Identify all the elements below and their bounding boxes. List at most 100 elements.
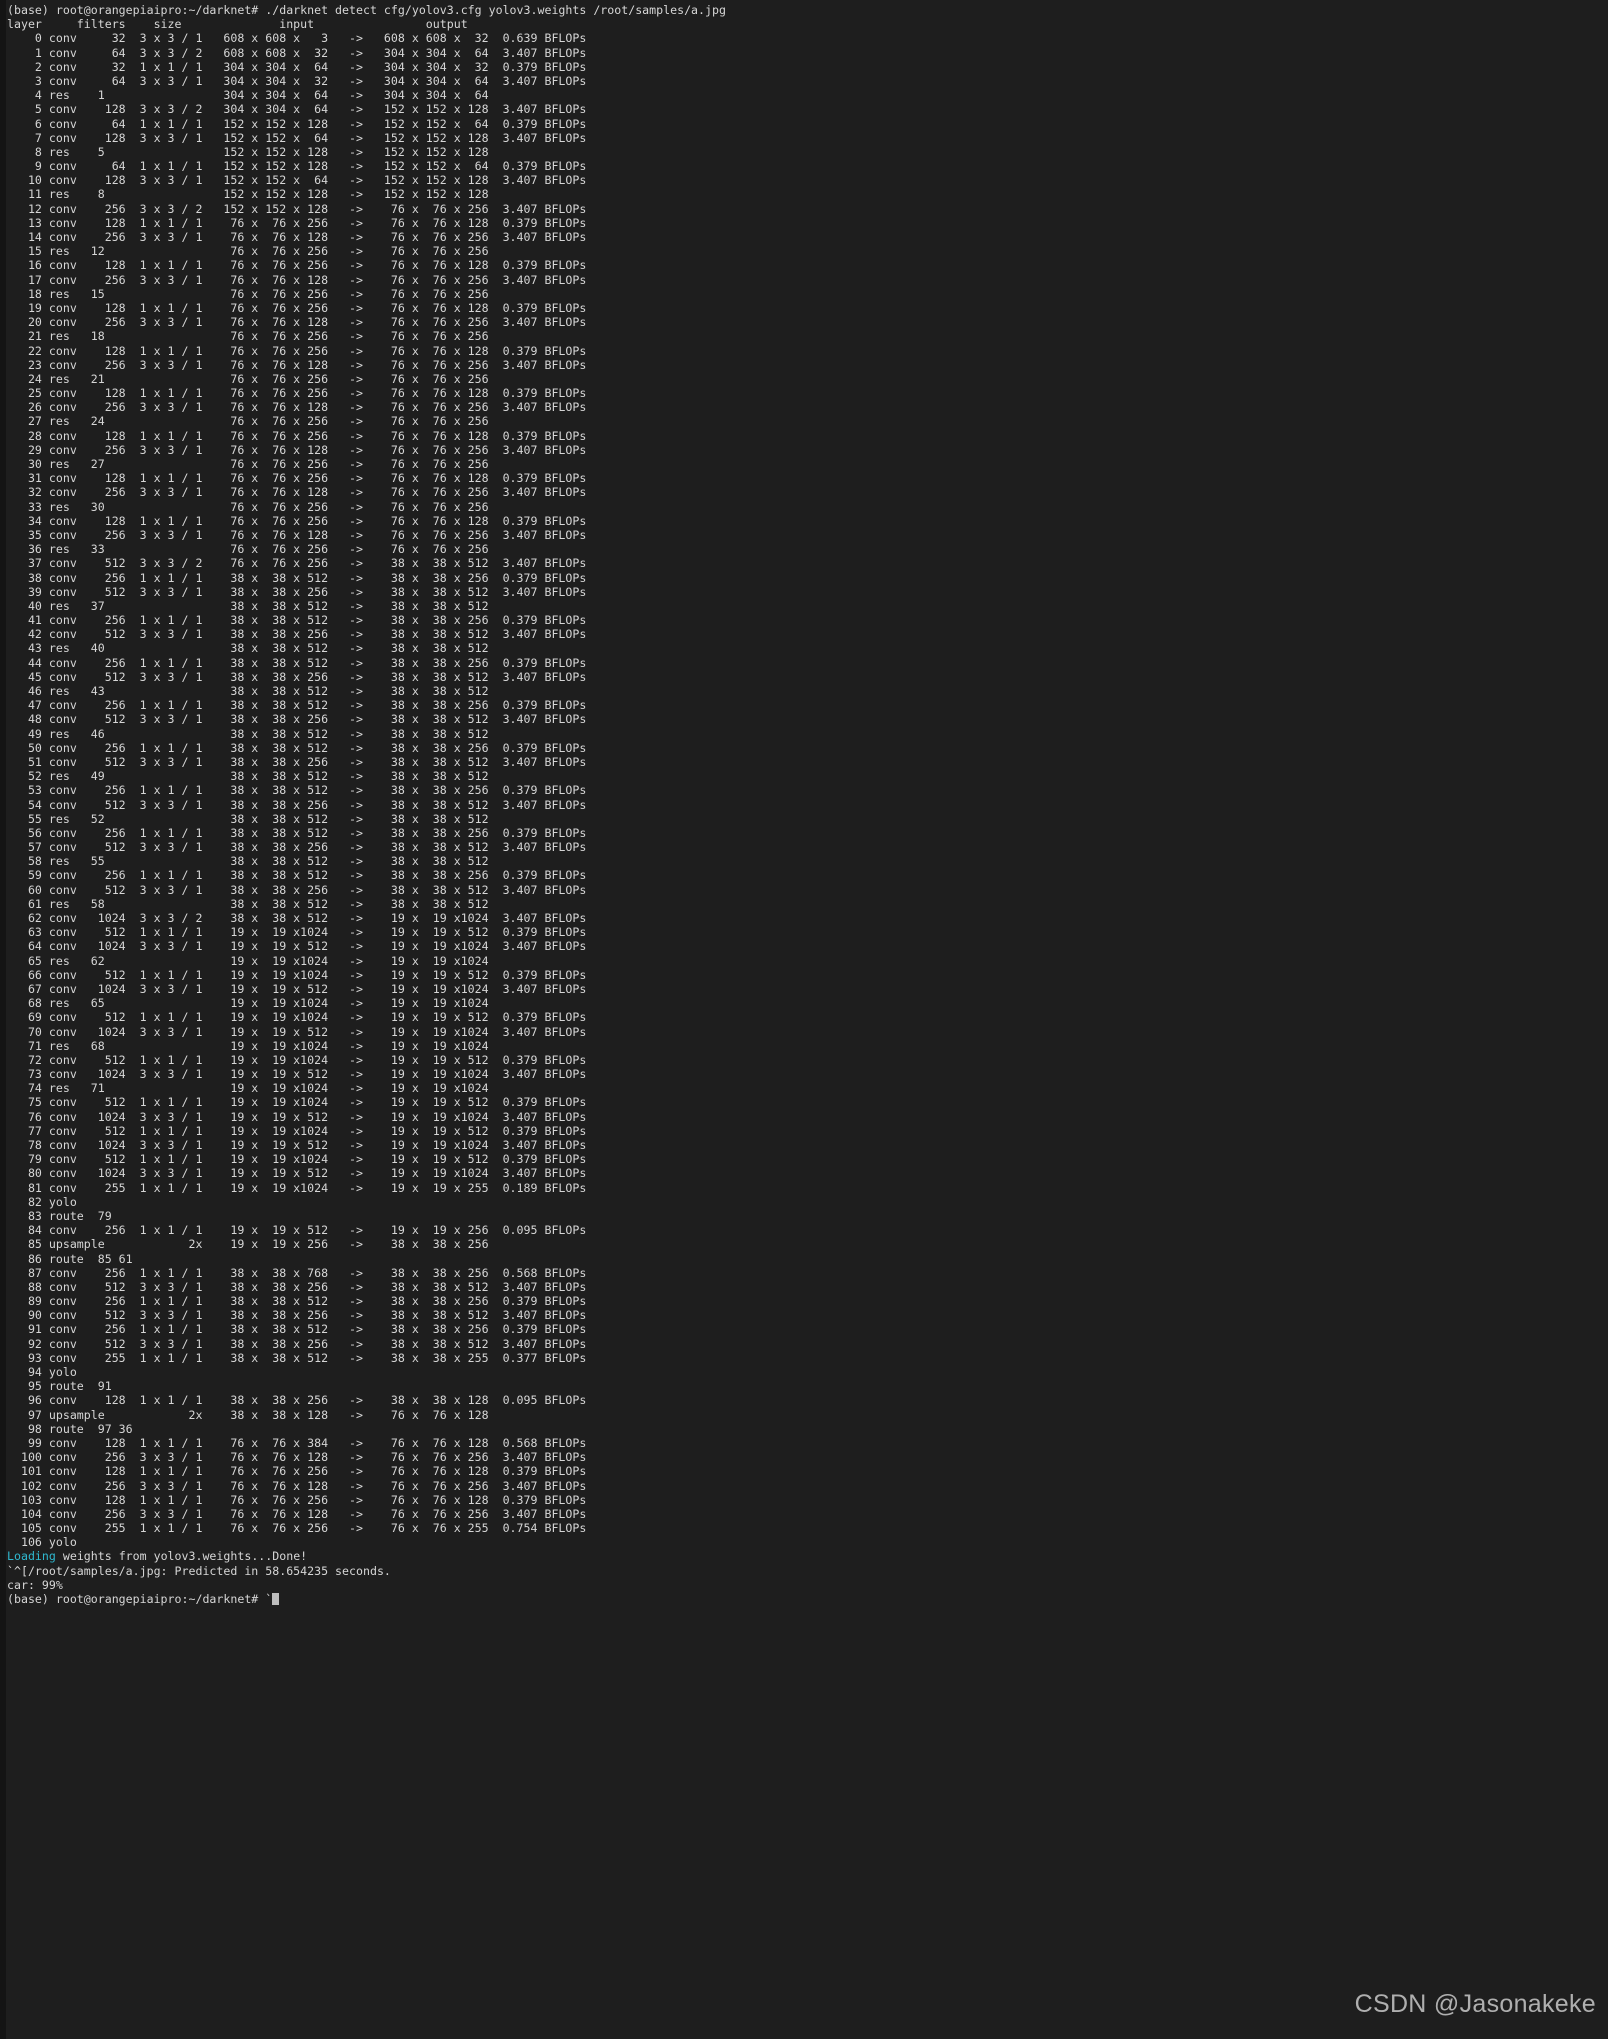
layer-row: 77 conv 512 1 x 1 / 1 19 x 19 x1024 -> 1… xyxy=(7,1123,587,1138)
layer-row: 27 res 24 76 x 76 x 256 -> 76 x 76 x 256 xyxy=(7,414,489,429)
layer-row: 8 res 5 152 x 152 x 128 -> 152 x 152 x 1… xyxy=(7,144,489,159)
layer-row: 51 conv 512 3 x 3 / 1 38 x 38 x 256 -> 3… xyxy=(7,754,587,769)
layer-row: 4 res 1 304 x 304 x 64 -> 304 x 304 x 64 xyxy=(7,88,489,103)
layer-row: 26 conv 256 3 x 3 / 1 76 x 76 x 128 -> 7… xyxy=(7,400,587,415)
layer-row: 62 conv 1024 3 x 3 / 2 38 x 38 x 512 -> … xyxy=(7,911,587,925)
layer-row: 30 res 27 76 x 76 x 256 -> 76 x 76 x 256 xyxy=(7,457,489,471)
layer-row: 50 conv 256 1 x 1 / 1 38 x 38 x 512 -> 3… xyxy=(7,740,587,755)
terminal-screen[interactable]: (base) root@orangepiaipro:~/darknet# ./d… xyxy=(6,0,1608,2039)
layer-row: 45 conv 512 3 x 3 / 1 38 x 38 x 256 -> 3… xyxy=(7,669,587,684)
layer-row: 90 conv 512 3 x 3 / 1 38 x 38 x 256 -> 3… xyxy=(7,1308,587,1323)
layer-row: 67 conv 1024 3 x 3 / 1 19 x 19 x 512 -> … xyxy=(7,981,587,996)
layer-row: 60 conv 512 3 x 3 / 1 38 x 38 x 256 -> 3… xyxy=(7,882,587,897)
layer-row: 95 route 91 xyxy=(7,1379,112,1394)
layer-row: 41 conv 256 1 x 1 / 1 38 x 38 x 512 -> 3… xyxy=(7,613,587,628)
layer-row: 93 conv 255 1 x 1 / 1 38 x 38 x 512 -> 3… xyxy=(7,1350,587,1365)
layer-row: 78 conv 1024 3 x 3 / 1 19 x 19 x 512 -> … xyxy=(7,1138,587,1152)
layer-row: 65 res 62 19 x 19 x1024 -> 19 x 19 x1024 xyxy=(7,953,489,968)
layer-row: 71 res 68 19 x 19 x1024 -> 19 x 19 x1024 xyxy=(7,1038,489,1053)
layer-row: 16 conv 128 1 x 1 / 1 76 x 76 x 256 -> 7… xyxy=(7,258,587,273)
layer-row: 33 res 30 76 x 76 x 256 -> 76 x 76 x 256 xyxy=(7,499,489,514)
command-line: (base) root@orangepiaipro:~/darknet# ./d… xyxy=(7,3,726,17)
text-cursor xyxy=(272,1593,280,1605)
loading-keyword: Loading xyxy=(7,1549,56,1564)
layer-row: 38 conv 256 1 x 1 / 1 38 x 38 x 512 -> 3… xyxy=(7,570,587,585)
layer-row: 29 conv 256 3 x 3 / 1 76 x 76 x 128 -> 7… xyxy=(7,442,587,457)
layer-row: 94 yolo xyxy=(7,1365,77,1379)
loading-rest: weights from yolov3.weights...Done! xyxy=(55,1549,308,1564)
layer-row: 59 conv 256 1 x 1 / 1 38 x 38 x 512 -> 3… xyxy=(7,868,587,883)
loading-weights-line: Loading weights from yolov3.weights...Do… xyxy=(7,1549,1608,1563)
layer-row: 47 conv 256 1 x 1 / 1 38 x 38 x 512 -> 3… xyxy=(7,698,587,713)
layer-row: 46 res 43 38 x 38 x 512 -> 38 x 38 x 512 xyxy=(7,684,489,698)
layer-row: 80 conv 1024 3 x 3 / 1 19 x 19 x 512 -> … xyxy=(7,1166,587,1181)
layer-row: 48 conv 512 3 x 3 / 1 38 x 38 x 256 -> 3… xyxy=(7,712,587,727)
column-header-row: layer filters size input output xyxy=(7,17,468,32)
prediction-time-line: `^[/root/samples/a.jpg: Predicted in 58.… xyxy=(7,1563,391,1578)
layer-row: 88 conv 512 3 x 3 / 1 38 x 38 x 256 -> 3… xyxy=(7,1279,587,1294)
layer-row: 25 conv 128 1 x 1 / 1 76 x 76 x 256 -> 7… xyxy=(7,386,587,401)
layer-row: 91 conv 256 1 x 1 / 1 38 x 38 x 512 -> 3… xyxy=(7,1322,587,1337)
layer-row: 10 conv 128 3 x 3 / 1 152 x 152 x 64 -> … xyxy=(7,173,587,188)
layer-row: 53 conv 256 1 x 1 / 1 38 x 38 x 512 -> 3… xyxy=(7,783,587,798)
layer-row: 34 conv 128 1 x 1 / 1 76 x 76 x 256 -> 7… xyxy=(7,513,587,528)
layer-row: 58 res 55 38 x 38 x 512 -> 38 x 38 x 512 xyxy=(7,854,489,869)
layer-row: 68 res 65 19 x 19 x1024 -> 19 x 19 x1024 xyxy=(7,996,489,1011)
layer-row: 23 conv 256 3 x 3 / 1 76 x 76 x 128 -> 7… xyxy=(7,357,587,372)
final-prompt-text: (base) root@orangepiaipro:~/darknet# ` xyxy=(7,1592,273,1606)
layer-row: 17 conv 256 3 x 3 / 1 76 x 76 x 128 -> 7… xyxy=(7,272,587,287)
layer-row: 19 conv 128 1 x 1 / 1 76 x 76 x 256 -> 7… xyxy=(7,300,587,315)
layer-row: 28 conv 128 1 x 1 / 1 76 x 76 x 256 -> 7… xyxy=(7,428,587,443)
layer-row: 35 conv 256 3 x 3 / 1 76 x 76 x 128 -> 7… xyxy=(7,527,587,542)
layer-row: 69 conv 512 1 x 1 / 1 19 x 19 x1024 -> 1… xyxy=(7,1010,587,1025)
layer-row: 21 res 18 76 x 76 x 256 -> 76 x 76 x 256 xyxy=(7,329,489,344)
layer-row: 32 conv 256 3 x 3 / 1 76 x 76 x 128 -> 7… xyxy=(7,485,587,500)
layer-row: 57 conv 512 3 x 3 / 1 38 x 38 x 256 -> 3… xyxy=(7,840,587,855)
layer-row: 76 conv 1024 3 x 3 / 1 19 x 19 x 512 -> … xyxy=(7,1109,587,1124)
layer-row: 2 conv 32 1 x 1 / 1 304 x 304 x 64 -> 30… xyxy=(7,59,587,74)
layer-row: 20 conv 256 3 x 3 / 1 76 x 76 x 128 -> 7… xyxy=(7,315,587,330)
layer-row: 31 conv 128 1 x 1 / 1 76 x 76 x 256 -> 7… xyxy=(7,471,587,486)
layer-row: 14 conv 256 3 x 3 / 1 76 x 76 x 128 -> 7… xyxy=(7,230,587,244)
layer-row: 98 route 97 36 xyxy=(7,1421,133,1436)
layer-row: 15 res 12 76 x 76 x 256 -> 76 x 76 x 256 xyxy=(7,244,489,259)
layer-row: 44 conv 256 1 x 1 / 1 38 x 38 x 512 -> 3… xyxy=(7,655,587,670)
layer-row: 1 conv 64 3 x 3 / 2 608 x 608 x 32 -> 30… xyxy=(7,45,587,60)
layer-row: 22 conv 128 1 x 1 / 1 76 x 76 x 256 -> 7… xyxy=(7,343,587,358)
layer-row: 100 conv 256 3 x 3 / 1 76 x 76 x 128 -> … xyxy=(7,1450,587,1465)
layer-row: 56 conv 256 1 x 1 / 1 38 x 38 x 512 -> 3… xyxy=(7,825,587,840)
layer-row: 63 conv 512 1 x 1 / 1 19 x 19 x1024 -> 1… xyxy=(7,925,587,940)
layer-row: 24 res 21 76 x 76 x 256 -> 76 x 76 x 256 xyxy=(7,371,489,386)
layer-row: 73 conv 1024 3 x 3 / 1 19 x 19 x 512 -> … xyxy=(7,1067,587,1082)
layer-row: 9 conv 64 1 x 1 / 1 152 x 152 x 128 -> 1… xyxy=(7,159,587,174)
final-prompt-line[interactable]: (base) root@orangepiaipro:~/darknet# ` xyxy=(7,1592,1608,1606)
layer-row: 72 conv 512 1 x 1 / 1 19 x 19 x1024 -> 1… xyxy=(7,1052,587,1067)
layer-row: 82 yolo xyxy=(7,1194,77,1209)
layer-row: 70 conv 1024 3 x 3 / 1 19 x 19 x 512 -> … xyxy=(7,1024,587,1039)
layer-row: 3 conv 64 3 x 3 / 1 304 x 304 x 32 -> 30… xyxy=(7,73,587,88)
terminal-window[interactable]: (base) root@orangepiaipro:~/darknet# ./d… xyxy=(0,0,1608,2039)
layer-row: 87 conv 256 1 x 1 / 1 38 x 38 x 768 -> 3… xyxy=(7,1265,587,1280)
layer-row: 106 yolo xyxy=(7,1535,77,1550)
detection-result-line: car: 99% xyxy=(7,1577,63,1592)
network-layer-list: 0 conv 32 3 x 3 / 1 608 x 608 x 3 -> 608… xyxy=(7,31,1608,1549)
layer-row: 92 conv 512 3 x 3 / 1 38 x 38 x 256 -> 3… xyxy=(7,1336,587,1351)
layer-row: 97 upsample 2x 38 x 38 x 128 -> 76 x 76 … xyxy=(7,1407,489,1422)
layer-row: 43 res 40 38 x 38 x 512 -> 38 x 38 x 512 xyxy=(7,641,489,656)
layer-row: 37 conv 512 3 x 3 / 2 76 x 76 x 256 -> 3… xyxy=(7,556,587,571)
layer-row: 79 conv 512 1 x 1 / 1 19 x 19 x1024 -> 1… xyxy=(7,1152,587,1167)
csdn-watermark: CSDN @Jasonakeke xyxy=(1354,1990,1596,2018)
layer-row: 0 conv 32 3 x 3 / 1 608 x 608 x 3 -> 608… xyxy=(7,31,587,46)
layer-row: 61 res 58 38 x 38 x 512 -> 38 x 38 x 512 xyxy=(7,896,489,911)
layer-row: 96 conv 128 1 x 1 / 1 38 x 38 x 256 -> 3… xyxy=(7,1393,587,1408)
layer-row: 74 res 71 19 x 19 x1024 -> 19 x 19 x1024 xyxy=(7,1081,489,1096)
layer-row: 18 res 15 76 x 76 x 256 -> 76 x 76 x 256 xyxy=(7,286,489,301)
layer-row: 75 conv 512 1 x 1 / 1 19 x 19 x1024 -> 1… xyxy=(7,1095,587,1110)
layer-row: 84 conv 256 1 x 1 / 1 19 x 19 x 512 -> 1… xyxy=(7,1223,587,1238)
layer-row: 64 conv 1024 3 x 3 / 1 19 x 19 x 512 -> … xyxy=(7,939,587,954)
layer-row: 36 res 33 76 x 76 x 256 -> 76 x 76 x 256 xyxy=(7,542,489,557)
layer-row: 83 route 79 xyxy=(7,1208,112,1223)
layer-row: 66 conv 512 1 x 1 / 1 19 x 19 x1024 -> 1… xyxy=(7,967,587,982)
layer-row: 81 conv 255 1 x 1 / 1 19 x 19 x1024 -> 1… xyxy=(7,1180,587,1195)
layer-row: 7 conv 128 3 x 3 / 1 152 x 152 x 64 -> 1… xyxy=(7,130,587,145)
